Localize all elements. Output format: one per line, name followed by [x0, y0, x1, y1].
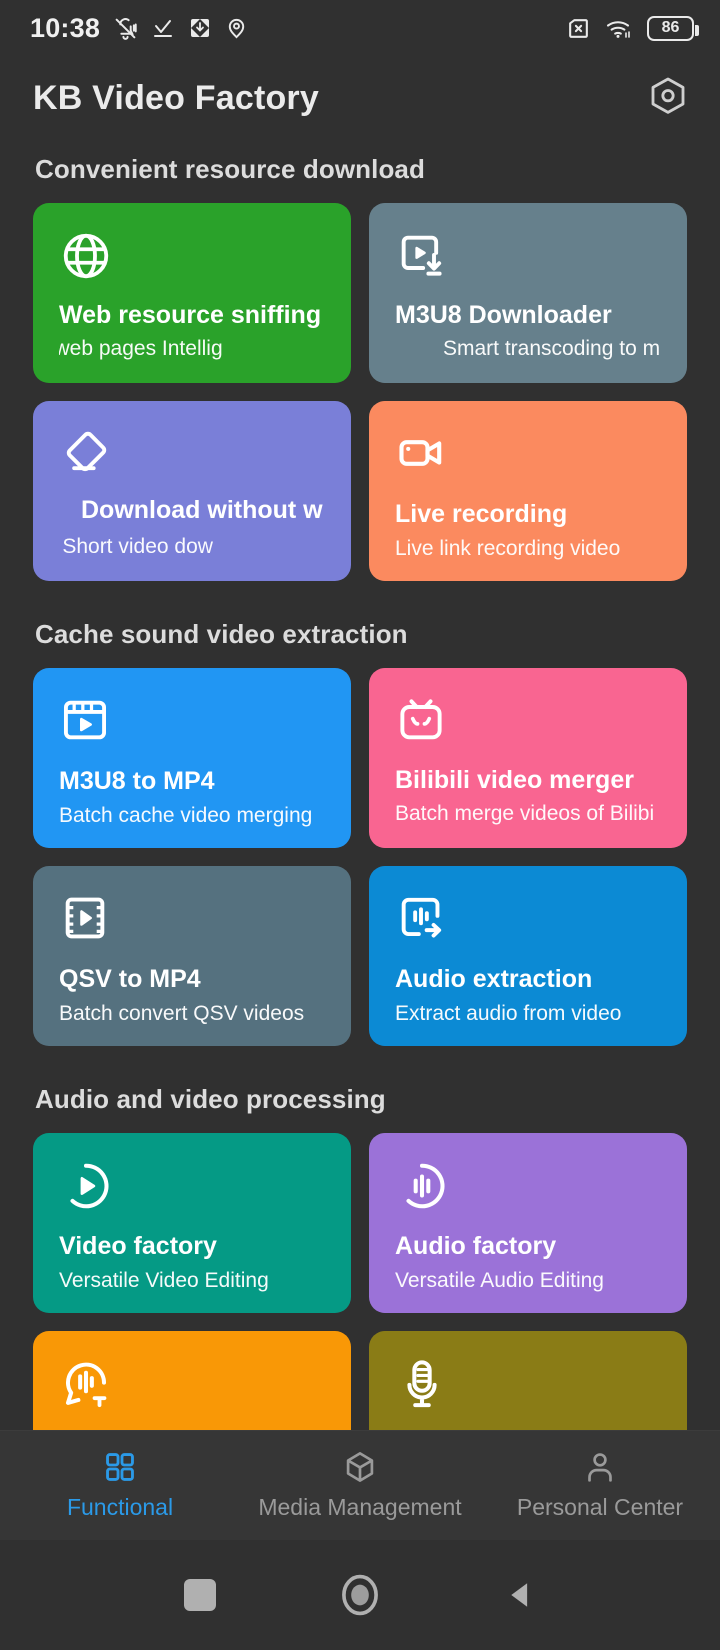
card-web-resource-sniffing[interactable]: Web resource sniffing n web pages Intell…	[33, 203, 351, 383]
status-bar-left: 10:38	[30, 12, 248, 43]
card-title: M3U8 Downloader	[395, 300, 612, 329]
battery-percent: 86	[661, 19, 680, 36]
card-download-without-watermark[interactable]: Download without w rk Short video dow	[33, 401, 351, 581]
video-camera-icon	[395, 427, 665, 483]
card-title: Live recording	[395, 500, 568, 529]
globe-icon	[59, 229, 329, 285]
recents-button[interactable]	[165, 1560, 235, 1630]
card-subtitle-marquee: Batch merge videos of Bilibi	[395, 802, 665, 828]
sim-missing-icon	[569, 18, 588, 38]
card-title: QSV to MP4	[59, 965, 201, 994]
status-bar-right: 86	[566, 15, 699, 41]
status-bar: 10:38 86	[0, 0, 720, 56]
card-title-marquee: Download without w	[59, 497, 329, 527]
home-circle-icon	[342, 1574, 378, 1616]
card-voice-changer[interactable]: Voice Changer	[369, 1331, 687, 1430]
card-subtitle: Batch merge videos of Bilibi	[395, 802, 655, 825]
app-screen: 10:38 86 KB Video Factory Convenient res…	[0, 0, 720, 1650]
card-audio-extraction[interactable]: Audio extraction Extract audio from vide…	[369, 866, 687, 1046]
card-subtitle: Smart transcoding to m	[443, 337, 661, 360]
eraser-icon	[59, 427, 329, 483]
card-subtitle-marquee: rk Short video dow	[59, 535, 329, 561]
bell-muted-icon	[115, 17, 137, 40]
page-title: KB Video Factory	[33, 78, 319, 117]
cube-box-icon	[346, 1452, 374, 1482]
section-grid: Web resource sniffing n web pages Intell…	[33, 203, 687, 581]
card-video-factory[interactable]: Video factory Versatile Video Editing	[33, 1133, 351, 1313]
person-icon	[588, 1453, 612, 1482]
card-title: Audio extraction	[395, 965, 593, 994]
back-button[interactable]	[485, 1560, 555, 1630]
card-title: Video factory	[59, 1232, 217, 1261]
settings-button[interactable]	[642, 72, 694, 124]
video-download-icon	[395, 229, 665, 285]
system-navigation-bar	[0, 1540, 720, 1650]
wifi-icon	[606, 21, 630, 38]
tab-label: Personal Center	[516, 1494, 684, 1520]
back-triangle-icon	[511, 1583, 528, 1607]
bottom-tab-bar: Functional Media Management Personal Cen…	[0, 1430, 720, 1540]
tab-label: Media Management	[258, 1494, 462, 1520]
card-audio-factory[interactable]: Audio factory Versatile Audio Editing	[369, 1133, 687, 1313]
card-bilibili-video-merger[interactable]: Bilibili video merger Batch merge videos…	[369, 668, 687, 848]
section-title: Audio and video processing	[35, 1084, 386, 1114]
card-live-recording[interactable]: Live recording Live link recording video	[369, 401, 687, 581]
audio-wave-circle-icon	[395, 1159, 665, 1215]
card-subtitle-marquee: n web pages Intellig	[59, 337, 329, 363]
card-title: Audio factory	[395, 1232, 557, 1261]
card-subtitle: Batch convert QSV videos	[59, 1001, 305, 1025]
home-button[interactable]	[325, 1560, 395, 1630]
card-title: Bilibili video merger	[395, 765, 634, 794]
download-check-icon	[154, 20, 173, 37]
recents-square-icon	[184, 1579, 216, 1611]
card-title: Web resource sniffing	[59, 300, 322, 329]
battery-icon: 86	[647, 15, 699, 41]
tab-media-management[interactable]: Media Management	[240, 1450, 480, 1521]
audio-export-icon	[395, 892, 665, 948]
speech-bubble-wave-icon	[59, 1357, 329, 1413]
screenshot-icon	[191, 19, 210, 37]
section-grid: Video factory Versatile Video Editing Au…	[33, 1133, 687, 1430]
grid-squares-icon	[106, 1453, 134, 1481]
card-subtitle: Extract audio from video	[395, 1001, 622, 1025]
clapperboard-play-icon	[59, 694, 329, 750]
card-subtitle: Live link recording video	[395, 536, 621, 560]
card-subtitle: rk Short video dow	[59, 535, 213, 558]
app-bar: KB Video Factory	[0, 56, 720, 140]
section-title: Cache sound video extraction	[35, 619, 408, 649]
card-subtitle: n web pages Intellig	[59, 337, 223, 360]
location-pin-icon	[228, 18, 245, 38]
tab-personal-center[interactable]: Personal Center	[480, 1450, 720, 1521]
card-subtitle-marquee: Smart transcoding to m	[395, 337, 665, 363]
card-m3u8-to-mp4[interactable]: M3U8 to MP4 Batch cache video merging	[33, 668, 351, 848]
card-title: Download without w	[81, 497, 323, 524]
card-title: M3U8 to MP4	[59, 767, 215, 796]
card-subtitle: Versatile Audio Editing	[395, 1268, 604, 1292]
play-circle-icon	[59, 1159, 329, 1215]
film-play-icon	[59, 892, 329, 948]
section-grid: M3U8 to MP4 Batch cache video merging Bi…	[33, 668, 687, 1046]
tab-label: Functional	[66, 1494, 174, 1520]
section-title: Convenient resource download	[35, 154, 425, 184]
card-m3u8-downloader[interactable]: M3U8 Downloader Smart transcoding to m	[369, 203, 687, 383]
card-subtitle: Versatile Video Editing	[59, 1268, 269, 1292]
hex-nut-settings-icon	[651, 77, 685, 114]
card-text-to-speech[interactable]: Text to speech	[33, 1331, 351, 1430]
card-qsv-to-mp4[interactable]: QSV to MP4 Batch convert QSV videos	[33, 866, 351, 1046]
functional-list[interactable]: Convenient resource download Web resourc…	[0, 140, 720, 1430]
card-subtitle: Batch cache video merging	[59, 803, 313, 827]
tab-functional[interactable]: Functional	[0, 1450, 240, 1521]
microphone-icon	[395, 1357, 665, 1413]
bilibili-tv-icon	[395, 694, 665, 750]
status-time: 10:38	[30, 12, 101, 43]
